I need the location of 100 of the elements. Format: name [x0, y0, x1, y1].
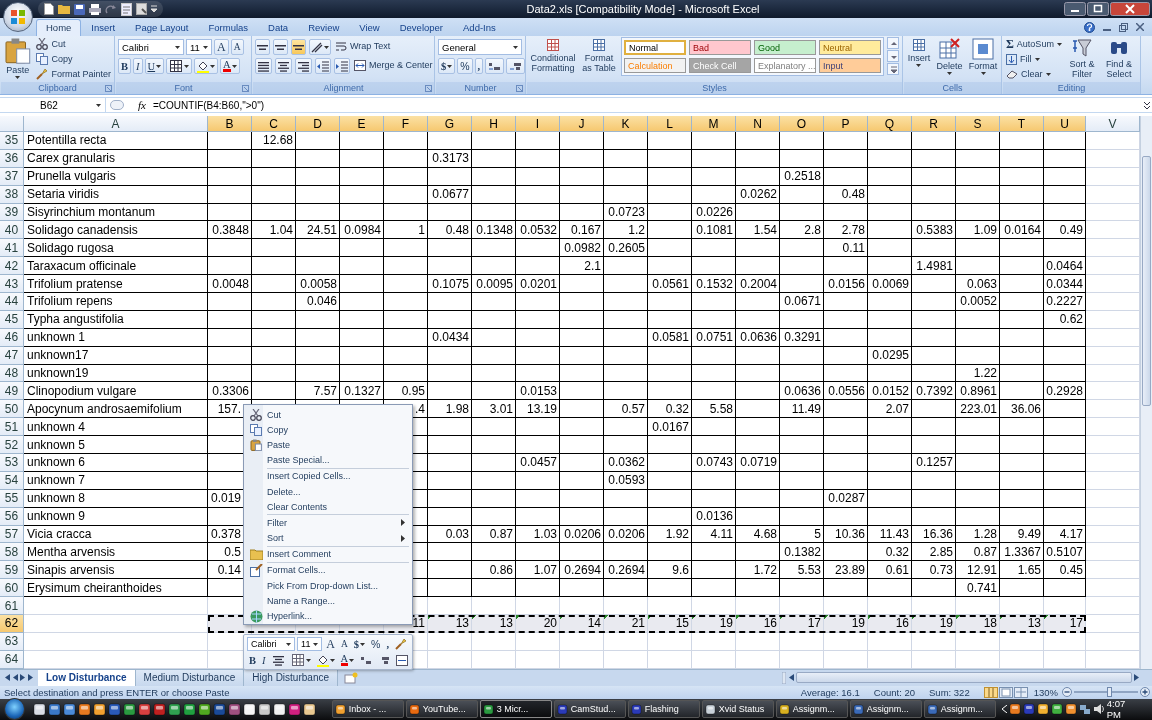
row-header[interactable]: 60 — [0, 579, 24, 598]
format-as-table-button[interactable]: Format as Table — [579, 37, 619, 74]
bold-button[interactable]: B — [247, 653, 258, 667]
cell-style[interactable]: Neutral — [819, 40, 881, 55]
decrease-decimal-button[interactable] — [506, 58, 525, 74]
cell-style[interactable]: Good — [754, 40, 816, 55]
clipboard-button[interactable]: Copy — [35, 52, 112, 66]
clipboard-button[interactable]: Format Painter — [35, 67, 112, 81]
row-header[interactable]: 40 — [0, 221, 24, 240]
taskbar-button[interactable]: CamStud... — [553, 700, 626, 719]
cell-style[interactable]: Bad — [689, 40, 751, 55]
column-header[interactable]: R — [912, 116, 956, 132]
row-header[interactable]: 58 — [0, 543, 24, 562]
sheet-tab[interactable]: Medium Disturbance — [135, 669, 245, 686]
ribbon-tab[interactable]: Data — [258, 19, 299, 36]
cell-style[interactable]: Normal — [624, 40, 686, 55]
column-header[interactable]: K — [604, 116, 648, 132]
font-color-button[interactable]: A — [220, 58, 240, 74]
taskbar-button[interactable]: Flashing — [627, 700, 700, 719]
row-header[interactable]: 44 — [0, 293, 24, 311]
row-header[interactable]: 52 — [0, 436, 24, 455]
taskbar-button[interactable]: YouTube... — [405, 700, 478, 719]
column-header[interactable]: S — [956, 116, 1000, 132]
currency-button[interactable]: $ — [351, 637, 368, 651]
conditional-formatting-button[interactable]: Conditional Formatting — [529, 37, 577, 74]
cells-button[interactable]: Delete — [935, 37, 964, 82]
sheet-tab[interactable]: Low Disturbance — [38, 669, 136, 686]
taskbar-button[interactable]: 3 Micr... — [479, 700, 552, 719]
row-header[interactable]: 35 — [0, 132, 24, 150]
increase-decimal-button[interactable] — [485, 58, 505, 74]
autosum-button[interactable]: Σ AutoSum — [1005, 37, 1063, 51]
paste-button[interactable]: Paste — [3, 37, 33, 82]
column-header[interactable]: N — [736, 116, 780, 132]
shrink-font-button[interactable]: A — [230, 39, 244, 55]
formula-field[interactable]: =COUNTIF(B4:B60,">0") — [150, 99, 1142, 111]
row-header[interactable]: 49 — [0, 382, 24, 401]
decrease-indent-button[interactable] — [315, 58, 331, 74]
ribbon-tab[interactable]: Page Layout — [125, 19, 199, 36]
vertical-scrollbar[interactable] — [1140, 116, 1152, 669]
column-header[interactable]: M — [692, 116, 736, 132]
row-header[interactable]: 51 — [0, 418, 24, 437]
italic-button[interactable]: I — [260, 653, 268, 667]
row-header[interactable]: 62 — [0, 615, 24, 633]
align-left-button[interactable] — [255, 58, 272, 74]
column-header[interactable]: H — [472, 116, 516, 132]
font-name-field[interactable]: Calibri — [247, 637, 296, 651]
underline-button[interactable]: U — [144, 58, 165, 74]
borders-button[interactable] — [166, 58, 193, 74]
comma-button[interactable]: , — [384, 637, 391, 651]
clear-button[interactable]: Clear — [1005, 67, 1063, 81]
column-header[interactable]: E — [340, 116, 384, 132]
comma-button[interactable]: , — [474, 58, 484, 74]
name-box[interactable]: B62 — [0, 97, 106, 113]
fill-button[interactable]: Fill — [1005, 52, 1063, 66]
column-header[interactable]: O — [780, 116, 824, 132]
row-header[interactable]: 42 — [0, 257, 24, 276]
top-align-button[interactable] — [255, 39, 270, 55]
percent-button[interactable]: % — [369, 637, 383, 651]
column-header[interactable]: G — [428, 116, 472, 132]
scrollbar-thumb[interactable] — [796, 672, 1132, 684]
cells-button[interactable]: Insert — [906, 37, 932, 82]
taskbar-button[interactable]: Xvid Status — [701, 700, 774, 719]
menu-item[interactable]: Name a Range... — [245, 593, 411, 609]
find-select-button[interactable]: Find & Select — [1100, 37, 1137, 82]
percent-button[interactable]: % — [457, 58, 473, 74]
ribbon-tab[interactable]: Insert — [81, 19, 126, 36]
ribbon-tab[interactable]: View — [349, 19, 390, 36]
row-header[interactable]: 43 — [0, 275, 24, 293]
taskbar-button[interactable]: Inbox - ... — [331, 700, 404, 719]
orientation-button[interactable] — [309, 39, 331, 55]
column-header[interactable]: B — [208, 116, 252, 132]
ribbon-tab[interactable]: Formulas — [198, 19, 259, 36]
row-header[interactable]: 53 — [0, 454, 24, 472]
font-name-field[interactable]: Calibri — [118, 39, 184, 55]
font-size-field[interactable]: 11 — [297, 637, 323, 651]
office-button[interactable] — [3, 2, 33, 32]
taskbar-button[interactable]: Assignm... — [849, 700, 922, 719]
column-header[interactable]: F — [384, 116, 428, 132]
format-painter-button[interactable] — [393, 637, 409, 651]
increase-indent-button[interactable] — [334, 58, 350, 74]
menu-item[interactable]: Copy — [245, 422, 411, 438]
column-header[interactable]: T — [1000, 116, 1044, 132]
fill-color-button[interactable] — [194, 58, 219, 74]
align-right-button[interactable] — [295, 58, 312, 74]
menu-item[interactable]: Pick From Drop-down List... — [245, 578, 411, 594]
ribbon-tab[interactable]: Home — [36, 19, 82, 36]
ribbon-tab[interactable]: Review — [298, 19, 350, 36]
start-button[interactable] — [4, 698, 25, 720]
column-header[interactable]: V — [1086, 116, 1140, 132]
taskbar-button[interactable]: Assignm... — [923, 700, 996, 719]
column-header[interactable]: A — [24, 116, 208, 132]
bottom-align-button[interactable] — [291, 39, 306, 55]
number-format-field[interactable]: General — [438, 39, 522, 55]
cell-style[interactable]: Input — [819, 58, 881, 73]
grow-font-button[interactable]: A — [324, 637, 337, 651]
column-header[interactable]: U — [1044, 116, 1086, 132]
column-header[interactable]: Q — [868, 116, 912, 132]
fill-color-button[interactable] — [314, 653, 337, 667]
column-header[interactable]: J — [560, 116, 604, 132]
cells-button[interactable]: Format — [967, 37, 999, 82]
